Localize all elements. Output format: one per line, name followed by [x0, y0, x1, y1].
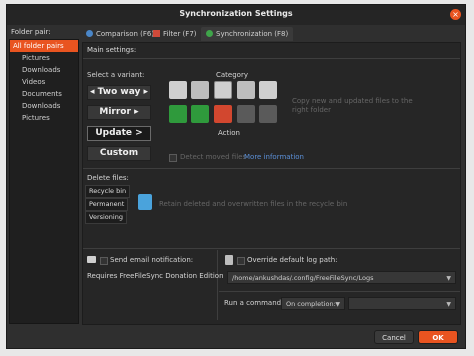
chevron-down-icon: ▼: [335, 301, 340, 308]
category-label: Category: [216, 71, 248, 79]
cancel-button[interactable]: Cancel: [374, 330, 414, 344]
override-log-checkbox[interactable]: [237, 257, 245, 265]
title-bar: Synchronization Settings ×: [7, 5, 465, 25]
email-icon: [87, 256, 96, 263]
log-file-icon: [225, 255, 233, 265]
detect-moved-label: Detect moved files: [180, 153, 247, 161]
folder-pair-label: Folder pair:: [11, 28, 51, 36]
create-right-action-icon[interactable]: [169, 105, 187, 123]
variant-custom-button[interactable]: Custom: [87, 146, 151, 161]
folder-pair-all[interactable]: All folder pairs: [10, 40, 78, 52]
main-settings-label: Main settings:: [87, 46, 137, 54]
recycle-bin-option[interactable]: Recycle bin: [85, 185, 131, 198]
ok-button[interactable]: OK: [418, 330, 458, 344]
recycle-bin-icon: [138, 194, 152, 210]
divider: [83, 248, 460, 249]
file-conflict-icon[interactable]: [214, 81, 232, 99]
no-action-icon[interactable]: [259, 105, 277, 123]
chevron-down-icon: ▼: [446, 275, 451, 282]
detect-moved-checkbox[interactable]: [169, 154, 177, 162]
divider-vertical: [217, 250, 218, 320]
versioning-option[interactable]: Versioning: [85, 211, 127, 224]
folder-pair-item[interactable]: Pictures: [10, 52, 78, 64]
override-log-label: Override default log path:: [247, 256, 338, 264]
on-completion-dropdown[interactable]: On completion: ▼: [281, 297, 345, 310]
window-title: Synchronization Settings: [179, 9, 293, 18]
variant-hint: Copy new and updated files to the: [292, 97, 413, 105]
send-email-label: Send email notification:: [110, 256, 194, 264]
divider: [83, 58, 460, 59]
tab-filter[interactable]: Filter (F7): [148, 27, 202, 41]
action-label: Action: [218, 129, 240, 137]
divider: [219, 291, 460, 292]
delete-files-label: Delete files:: [87, 174, 129, 182]
update-right-action-icon[interactable]: [191, 105, 209, 123]
divider: [83, 168, 460, 169]
folder-pair-item[interactable]: Downloads: [10, 64, 78, 76]
requires-donation-text: Requires FreeFileSync Donation Edition: [87, 272, 224, 280]
folder-pair-item[interactable]: Downloads: [10, 100, 78, 112]
tab-synchronization[interactable]: Synchronization (F8): [201, 27, 294, 41]
delete-hint: Retain deleted and overwritten files in …: [159, 200, 348, 208]
variant-update-button[interactable]: Update >: [87, 126, 151, 141]
no-action-icon[interactable]: [237, 105, 255, 123]
chevron-down-icon: ▼: [446, 301, 451, 308]
command-dropdown[interactable]: ▼: [348, 297, 456, 310]
sync-icon: [206, 30, 213, 37]
folder-pair-item[interactable]: Videos: [10, 76, 78, 88]
variant-mirror-button[interactable]: Mirror ▸: [87, 105, 151, 120]
file-clock-left-icon[interactable]: [191, 81, 209, 99]
conflict-action-icon[interactable]: [214, 105, 232, 123]
log-path-dropdown[interactable]: /home/ankushdas/.config/FreeFileSync/Log…: [227, 271, 456, 284]
folder-pair-item[interactable]: Documents: [10, 88, 78, 100]
folder-pair-list: All folder pairs Pictures Downloads Vide…: [9, 39, 79, 324]
synchronization-panel: Main settings: Select a variant: ◂ Two w…: [82, 42, 461, 325]
send-email-checkbox[interactable]: [100, 257, 108, 265]
file-left-only-icon[interactable]: [169, 81, 187, 99]
folder-pair-item[interactable]: Pictures: [10, 112, 78, 124]
gear-icon: [86, 30, 93, 37]
variant-hint-line-2: right folder: [292, 106, 331, 114]
run-command-label: Run a command:: [224, 299, 284, 307]
funnel-icon: [153, 30, 160, 37]
permanent-option[interactable]: Permanent: [85, 198, 129, 211]
close-icon[interactable]: ×: [450, 9, 461, 20]
file-right-only-icon[interactable]: [259, 81, 277, 99]
select-variant-label: Select a variant:: [87, 71, 145, 79]
file-clock-right-icon[interactable]: [237, 81, 255, 99]
sync-settings-window: Synchronization Settings × Folder pair: …: [6, 4, 466, 349]
more-information-link[interactable]: More information: [244, 153, 304, 161]
variant-two-way-button[interactable]: ◂ Two way ▸: [87, 85, 151, 100]
folder-pair-sidebar: Folder pair: All folder pairs Pictures D…: [7, 25, 81, 330]
